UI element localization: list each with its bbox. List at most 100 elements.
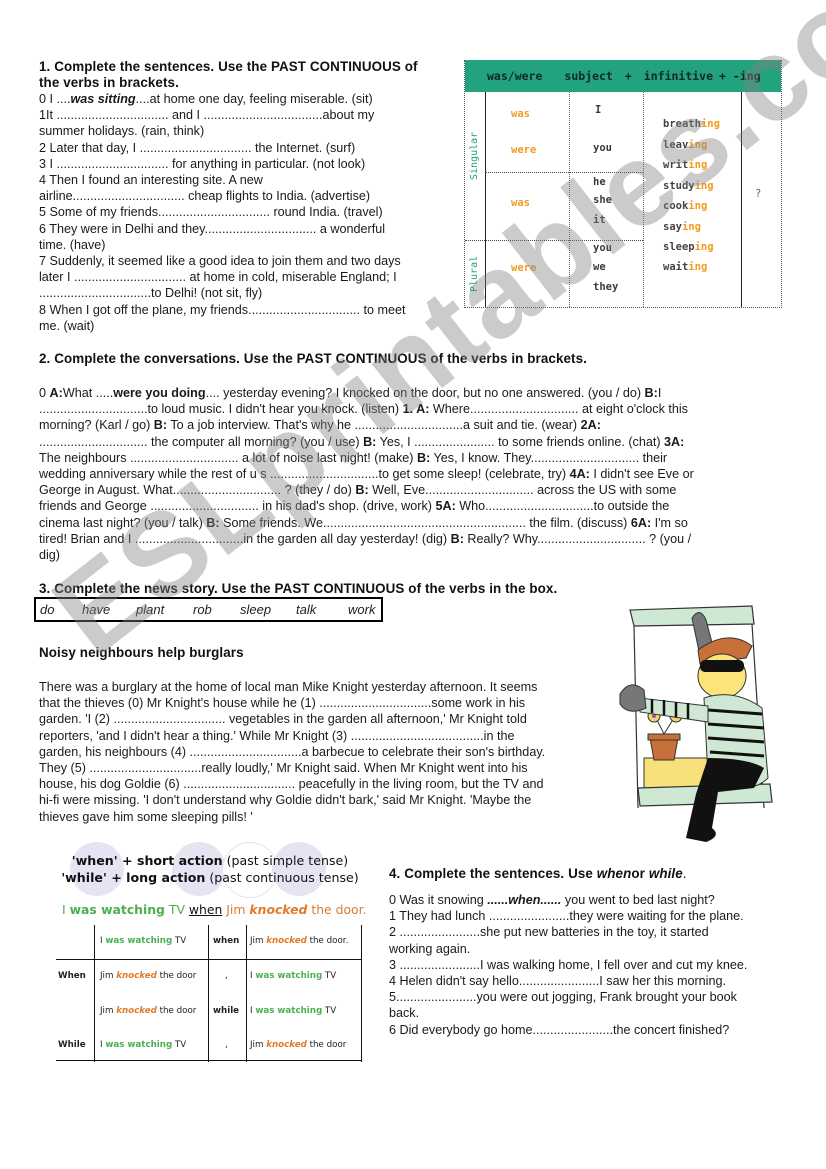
subject-cell: I <box>595 104 602 116</box>
table-cell: Jim knocked the door <box>100 971 197 981</box>
exercise-line: 1 They had lunch .......................… <box>389 909 744 924</box>
conversation-line: ............................... the comp… <box>39 434 789 450</box>
exercise-line: summer holidays. (rain, think) <box>39 124 205 139</box>
decorative-circle <box>172 842 226 896</box>
while-rule: 'while' + long action (past continuous t… <box>61 870 359 885</box>
table-divider <box>361 925 362 1062</box>
speaker-label: 2A: <box>580 418 601 433</box>
question-mark-cell: ? <box>755 188 762 200</box>
exercise-line: 4 Then I found an interesting site. A ne… <box>39 173 263 188</box>
past-continuous-form-table: was/were subject + infinitive + -ing Sin… <box>464 60 782 308</box>
speaker-label: 4A: <box>569 467 590 482</box>
story-line: garden. 'I (2) .........................… <box>39 712 527 727</box>
verb-cell: waiting <box>663 261 708 273</box>
exercise-line: 2 Later that day, I ....................… <box>39 140 356 155</box>
table-divider <box>56 959 362 960</box>
word-box-item: work <box>348 602 376 617</box>
was-were-cell: was <box>511 197 530 209</box>
table-cell: , <box>225 971 228 981</box>
exercise-line: airline................................ … <box>39 189 371 204</box>
story-line: reporters, 'and I didn't hear a thing.' … <box>39 728 515 743</box>
conversation-text: friends and George .....................… <box>39 499 436 514</box>
conversation-text: tired! Brian and I .....................… <box>39 531 451 546</box>
verb-cell: studying <box>663 180 714 192</box>
conversation-text: Where............................... at … <box>429 402 688 417</box>
conversation-line: friends and George .....................… <box>39 498 789 514</box>
row-label: While <box>58 1040 86 1050</box>
exercise-line: 8 When I got off the plane, my friends..… <box>39 302 406 317</box>
conversation-line: tired! Brian and I .....................… <box>39 531 789 547</box>
exercise-line: later I ................................… <box>39 270 397 285</box>
speaker-label: 6A: <box>630 515 652 530</box>
speaker-label: 5A: <box>435 499 456 514</box>
when-rule: 'when' + short action (past simple tense… <box>71 853 349 868</box>
conversation-text: .... yesterday evening? I knocked on the… <box>205 386 645 400</box>
conversation-line: George in August. What..................… <box>39 482 789 498</box>
plural-label: Plural <box>469 255 480 292</box>
example-answer: ......when...... <box>487 893 562 907</box>
subject-cell: you <box>593 242 612 254</box>
subject-cell: she <box>593 194 612 206</box>
speaker-label: B: <box>644 386 658 400</box>
conversation-text: George in August. What..................… <box>39 483 356 498</box>
section4-exercise: 0 Was it snowing ......when...... you we… <box>389 892 799 1038</box>
subject-cell: they <box>593 281 619 293</box>
table-cell: while <box>213 1006 240 1016</box>
was-were-cell: were <box>511 262 537 274</box>
exercise-line: 3 .......................I was walking h… <box>389 957 748 972</box>
speaker-label: B: <box>416 450 431 465</box>
subject-cell: you <box>593 142 612 154</box>
exercise-line: 0 Was it snowing ......when...... you we… <box>389 893 715 907</box>
table-divider <box>643 92 644 307</box>
conversation-text: I didn't see Eve or <box>589 467 694 482</box>
exercise-line: 7 Suddenly, it seemed like a good idea t… <box>39 254 401 269</box>
speaker-label: A: <box>49 386 63 400</box>
table-cell: I was watching TV <box>250 1006 337 1016</box>
conversation-line: The neighbours .........................… <box>39 450 789 466</box>
exercise-line: 5.......................you were out jog… <box>389 990 737 1005</box>
conversation-text: What ..... <box>62 386 114 400</box>
verb-cell: saying <box>663 221 701 233</box>
conversation-text: I'm so <box>651 515 688 530</box>
table-divider <box>94 925 95 1062</box>
conversation-text: 0 <box>39 386 50 400</box>
story-line: that the thieves (0) Mr Knight's house w… <box>39 696 526 711</box>
conversation-text: Yes, I know. They.......................… <box>430 450 668 465</box>
conversation-text: ...............................to loud m… <box>39 402 403 417</box>
conversation-text: morning? (Karl / go) <box>39 418 154 433</box>
table-divider <box>741 92 742 307</box>
story-line: hi-fi were missing. 'I don't understand … <box>39 793 532 808</box>
word-box-item: rob <box>193 602 212 617</box>
table-cell: Jim knocked the door. <box>250 936 349 946</box>
table-divider <box>246 925 247 1062</box>
conversation-text: Some friends. We........................… <box>219 515 631 530</box>
conversation-text: wedding anniversary while the rest of u … <box>39 467 570 482</box>
speaker-label: B: <box>206 515 220 530</box>
burglar-illustration <box>619 605 773 842</box>
speaker-label: were you doing <box>113 386 206 400</box>
table-divider <box>485 172 643 173</box>
exercise-line: 0 I ....was sitting....at home one day, … <box>39 92 373 106</box>
conversation-text: dig) <box>39 548 60 563</box>
was-were-cell: were <box>511 144 537 156</box>
table-divider <box>465 240 643 241</box>
verb-cell: writing <box>663 159 708 171</box>
table-cell: , <box>225 1040 228 1050</box>
verb-word-box: do have plant rob sleep talk work <box>34 597 383 622</box>
exercise-line: 5 Some of my friends....................… <box>39 205 383 220</box>
conversation-text: To a job interview. That's why he ......… <box>167 418 581 433</box>
subject-cell: he <box>593 176 606 188</box>
story-line: thieves gave him some sleeping pills! ' <box>39 809 253 824</box>
section2-exercise: 0 A:What .....were you doing.... yesterd… <box>39 385 789 563</box>
exercise-line: 4 Helen didn't say hello................… <box>389 974 726 989</box>
speaker-label: B: <box>363 434 377 449</box>
conversation-line: 0 A:What .....were you doing.... yesterd… <box>39 385 789 401</box>
speaker-label: B: <box>153 418 168 433</box>
was-were-cell: was <box>511 108 530 120</box>
story-line: There was a burglary at the home of loca… <box>39 680 538 694</box>
conversation-text: Who...............................to out… <box>455 499 670 514</box>
table-cell: I was watching TV <box>100 936 187 946</box>
conversation-line: dig) <box>39 547 789 563</box>
conversation-text: Really? Why.............................… <box>463 531 692 546</box>
speaker-label: B: <box>355 483 369 498</box>
